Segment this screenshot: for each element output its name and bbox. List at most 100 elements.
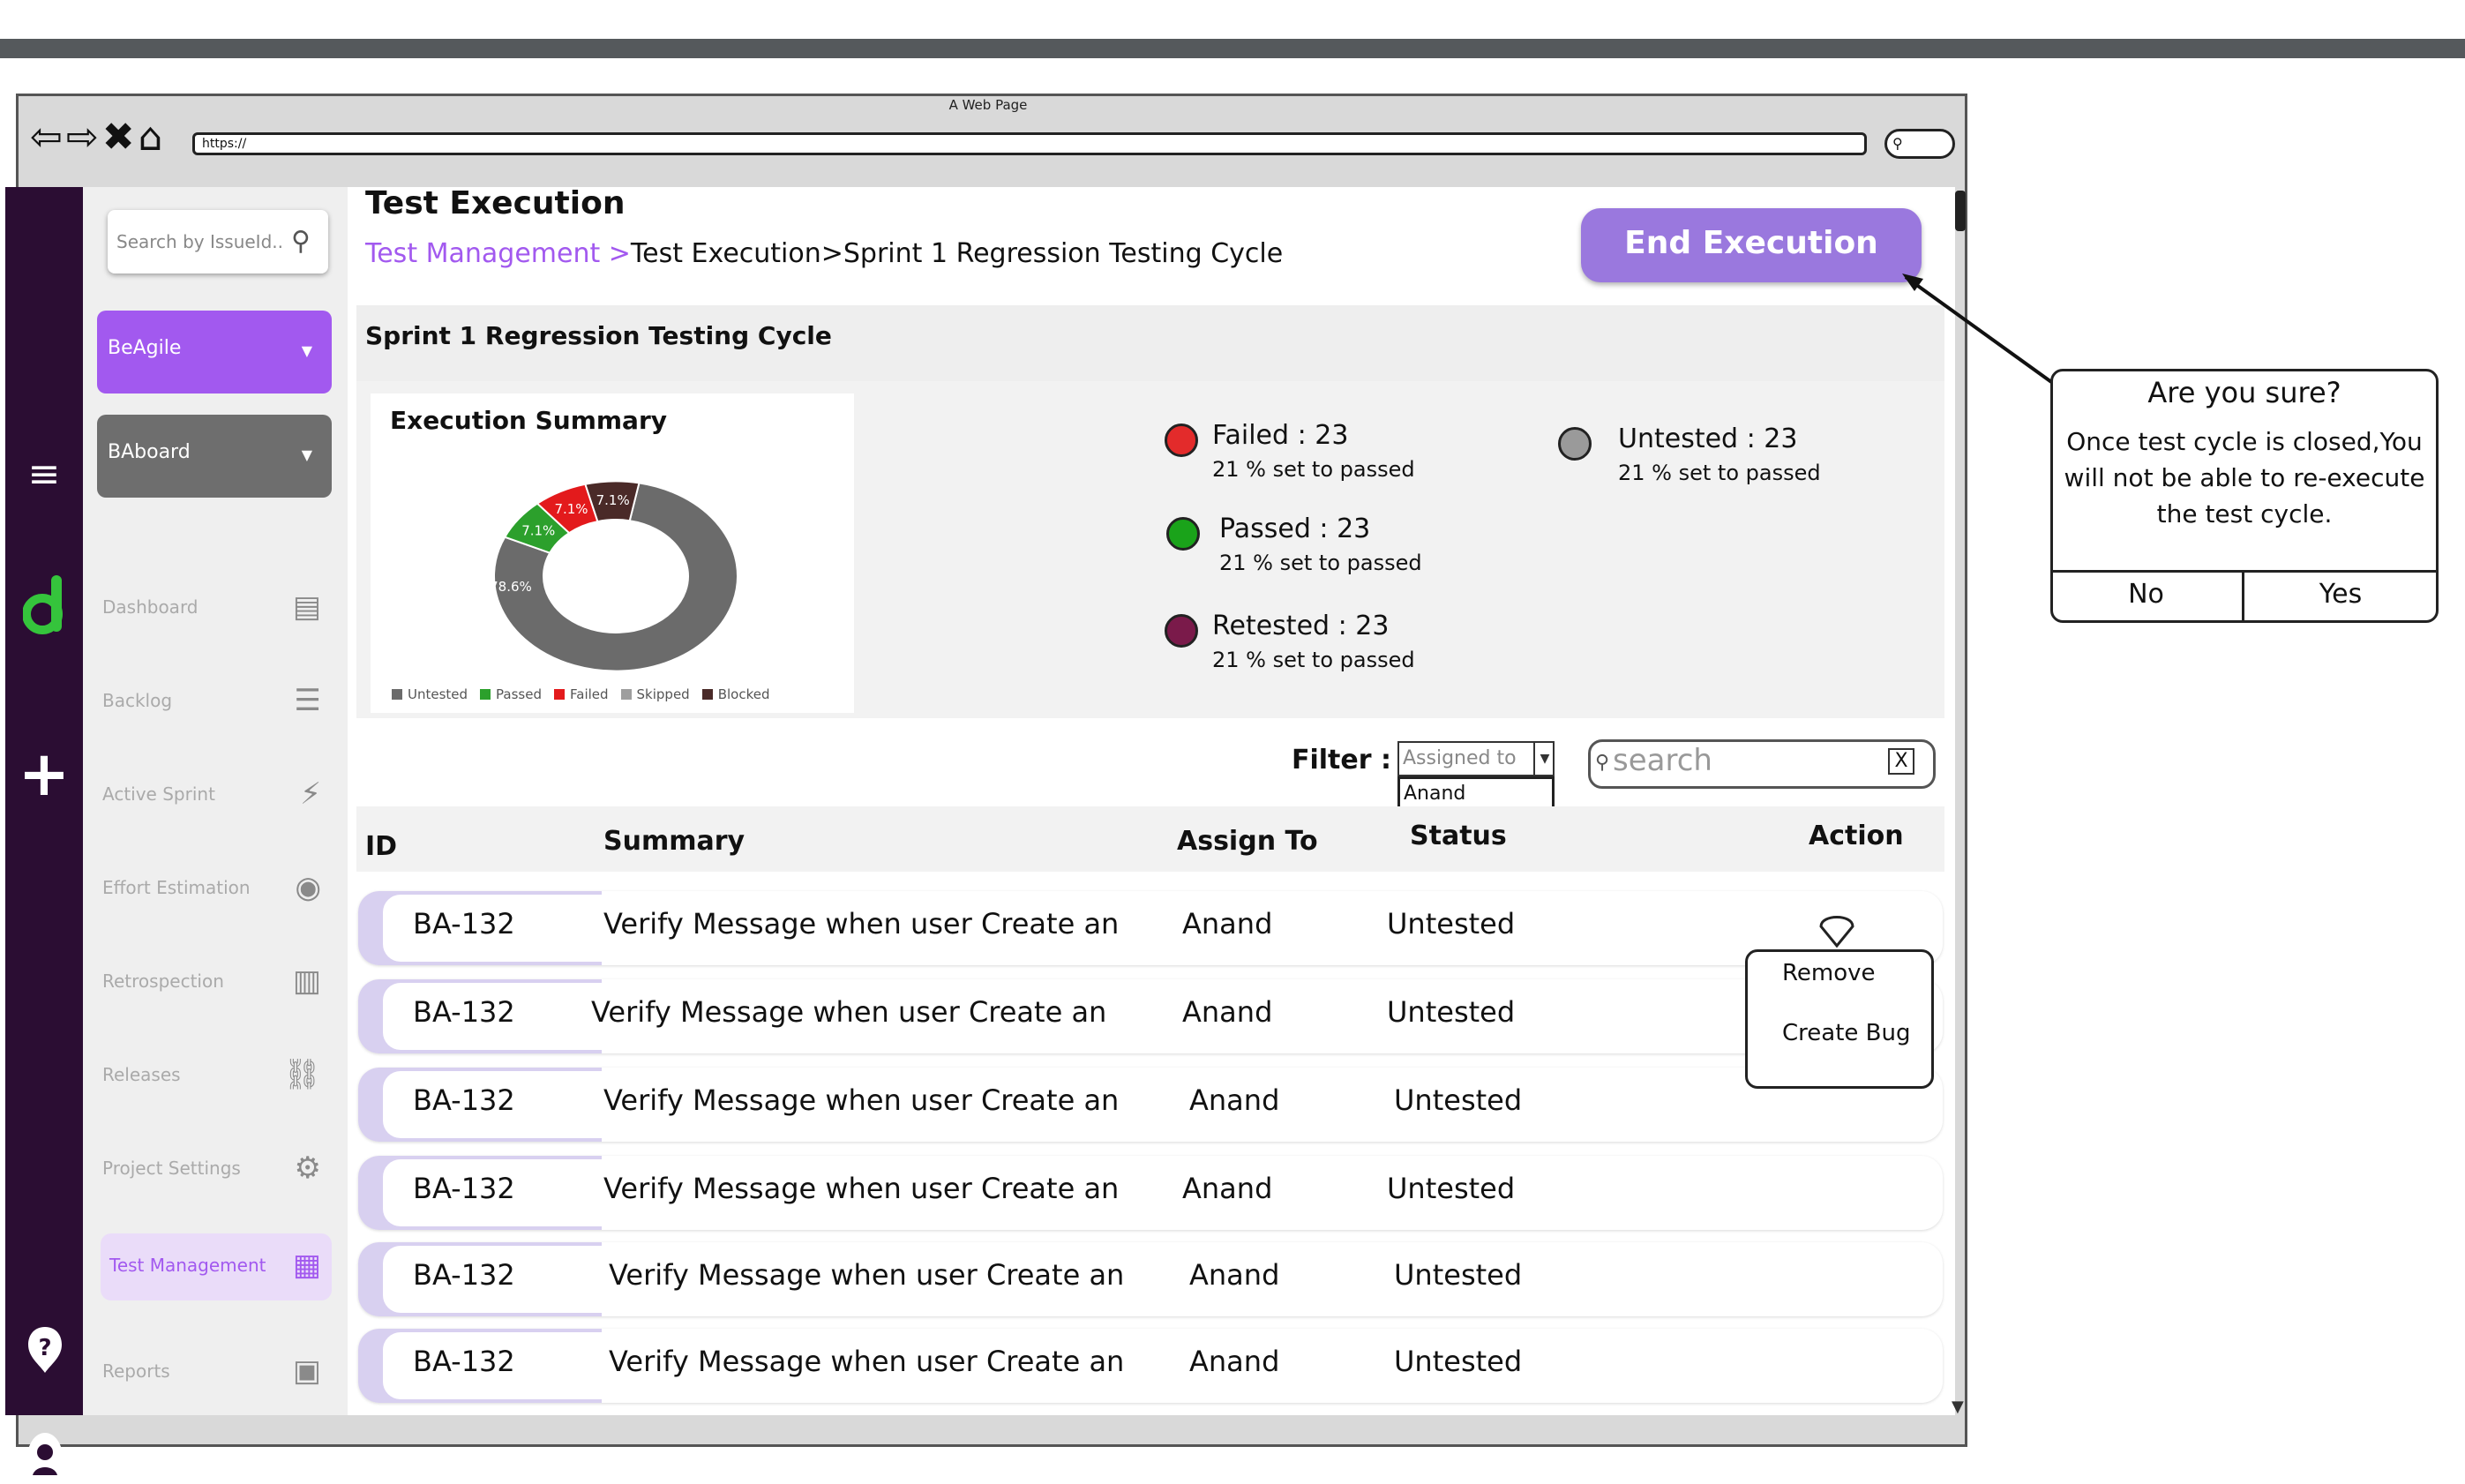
releases-icon: ⛓ xyxy=(282,1057,321,1092)
table-row[interactable]: BA-132 Verify Message when user Create a… xyxy=(358,1156,1943,1230)
chart-legend: Untested Passed Failed Skipped Blocked xyxy=(392,686,783,702)
scroll-down-icon[interactable]: ▼ xyxy=(1952,1398,1964,1416)
sidebar-item-effort-estimation[interactable]: Effort Estimation ◉ xyxy=(101,856,332,923)
row-summary: Verify Message when user Create an xyxy=(603,1172,1120,1205)
test-management-icon: ▦ xyxy=(292,1248,321,1283)
user-avatar-icon[interactable] xyxy=(25,1431,65,1484)
search-icon: ⚲ xyxy=(1595,752,1610,774)
assigned-to-select[interactable]: Assigned to xyxy=(1397,741,1555,776)
chevron-down-icon[interactable]: ▼ xyxy=(1533,743,1555,775)
stat-subtext: 21 % set to passed xyxy=(1212,648,1415,672)
legend-label: Passed xyxy=(496,686,542,702)
sidebar-item-test-management[interactable]: Test Management ▦ xyxy=(101,1233,332,1300)
page-title: Test Execution xyxy=(365,185,626,221)
project-label: BAboard xyxy=(108,441,191,463)
table-row[interactable]: BA-132 Verify Message when user Create a… xyxy=(358,891,1943,965)
scrollbar-thumb[interactable] xyxy=(1955,191,1966,231)
legend-label: Skipped xyxy=(636,686,690,702)
table-row[interactable]: BA-132 Verify Message when user Create a… xyxy=(358,1068,1943,1142)
row-assignee: Anand xyxy=(1189,1345,1280,1378)
sidebar-item-retrospection[interactable]: Retrospection ▥ xyxy=(101,949,332,1016)
sidebar-item-label: Active Sprint xyxy=(102,783,215,805)
donut-label-untested: 78.6% xyxy=(490,579,532,595)
row-summary: Verify Message when user Create an xyxy=(609,1258,1125,1292)
row-id[interactable]: BA-132 xyxy=(413,1083,515,1117)
help-icon[interactable]: ? xyxy=(25,1325,65,1375)
legend-item-passed: Passed xyxy=(480,686,542,702)
sidebar-item-label: Test Management xyxy=(109,1255,266,1276)
execution-summary-title: Execution Summary xyxy=(390,406,668,435)
project-select-beagile[interactable]: BeAgile ▼ xyxy=(97,311,332,393)
legend-label: Untested xyxy=(408,686,468,702)
sidebar-item-active-sprint[interactable]: Active Sprint ⚡ xyxy=(101,762,332,829)
row-id[interactable]: BA-132 xyxy=(413,907,515,941)
sprint-icon: ⚡ xyxy=(300,776,321,812)
sidebar-item-label: Releases xyxy=(102,1064,181,1085)
sidebar-item-label: Retrospection xyxy=(102,971,224,992)
sidebar-item-label: Project Settings xyxy=(102,1158,241,1179)
row-id[interactable]: BA-132 xyxy=(413,1258,515,1292)
table-row[interactable]: BA-132 Verify Message when user Create a… xyxy=(358,979,1943,1053)
forward-icon[interactable]: ⇨ xyxy=(66,115,102,160)
stat-label: Failed : 23 xyxy=(1212,420,1349,451)
sidebar-item-releases[interactable]: Releases ⛓ xyxy=(101,1043,332,1110)
row-status: Untested xyxy=(1387,907,1516,941)
chevron-down-icon: ▼ xyxy=(301,342,312,359)
table-header xyxy=(356,806,1944,872)
home-icon[interactable]: ⌂ xyxy=(139,115,167,160)
browser-search-icon[interactable]: ⚲ xyxy=(1884,129,1955,159)
create-bug-menu-item[interactable]: Create Bug xyxy=(1782,1020,1910,1046)
breadcrumb-link-test-management[interactable]: Test Management > xyxy=(365,238,631,269)
donut-label-passed: 7.1% xyxy=(521,522,555,538)
legend-item-blocked: Blocked xyxy=(701,686,770,702)
row-id[interactable]: BA-132 xyxy=(413,1172,515,1205)
stop-icon[interactable]: ✖ xyxy=(102,115,139,160)
plus-icon[interactable]: + xyxy=(5,738,83,810)
chevron-down-icon: ▼ xyxy=(301,446,312,463)
confirm-yes-button[interactable]: Yes xyxy=(2244,579,2437,610)
stat-label: Passed : 23 xyxy=(1219,513,1371,544)
search-icon[interactable]: ⚲ xyxy=(291,226,311,257)
column-header-summary[interactable]: Summary xyxy=(603,826,745,857)
legend-item-untested: Untested xyxy=(392,686,468,702)
legend-swatch xyxy=(701,689,713,700)
back-icon[interactable]: ⇦ xyxy=(30,115,66,160)
row-summary: Verify Message when user Create an xyxy=(609,1345,1125,1378)
row-id[interactable]: BA-132 xyxy=(413,995,515,1029)
row-summary: Verify Message when user Create an xyxy=(603,907,1120,941)
table-row[interactable]: BA-132 Verify Message when user Create a… xyxy=(358,1242,1943,1316)
action-menu-icon[interactable] xyxy=(1817,907,1856,948)
browser-nav-icons: ⇦⇨✖⌂ xyxy=(30,118,167,157)
sidebar-item-project-settings[interactable]: Project Settings ⚙ xyxy=(101,1136,332,1203)
row-status: Untested xyxy=(1387,1172,1516,1205)
column-header-id[interactable]: ID xyxy=(365,831,397,862)
settings-icon: ⚙ xyxy=(294,1150,321,1186)
row-assignee: Anand xyxy=(1182,995,1273,1029)
row-id[interactable]: BA-132 xyxy=(413,1345,515,1378)
backlog-icon: ☰ xyxy=(294,683,321,718)
project-select-baboard[interactable]: BAboard ▼ xyxy=(97,415,332,498)
sidebar-item-label: Dashboard xyxy=(102,596,199,618)
legend-label: Failed xyxy=(570,686,609,702)
url-bar[interactable]: https:// xyxy=(192,132,1867,155)
table-row[interactable]: BA-132 Verify Message when user Create a… xyxy=(358,1329,1943,1403)
sidebar-search-input[interactable]: Search by IssueId... xyxy=(116,231,284,252)
stat-subtext: 21 % set to passed xyxy=(1219,551,1422,575)
hamburger-menu-icon[interactable]: ≡ xyxy=(5,452,83,497)
row-summary: Verify Message when user Create an xyxy=(591,995,1107,1029)
stat-label: Retested : 23 xyxy=(1212,611,1390,641)
remove-menu-item[interactable]: Remove xyxy=(1782,960,1876,986)
row-status: Untested xyxy=(1394,1083,1523,1117)
sidebar-item-backlog[interactable]: Backlog ☰ xyxy=(101,669,332,736)
row-assignee: Anand xyxy=(1189,1258,1280,1292)
column-header-assign-to[interactable]: Assign To xyxy=(1177,826,1318,857)
confirm-no-button[interactable]: No xyxy=(2050,579,2242,610)
sidebar-item-reports[interactable]: Reports ▣ xyxy=(101,1339,332,1406)
end-execution-button[interactable]: End Execution xyxy=(1581,208,1922,282)
table-search-input[interactable]: search xyxy=(1613,743,1712,778)
clear-search-button[interactable]: X xyxy=(1888,748,1914,775)
legend-swatch xyxy=(392,689,402,700)
sidebar-item-dashboard[interactable]: Dashboard ▤ xyxy=(101,575,332,642)
row-assignee: Anand xyxy=(1189,1083,1280,1117)
column-header-status[interactable]: Status xyxy=(1410,821,1507,851)
